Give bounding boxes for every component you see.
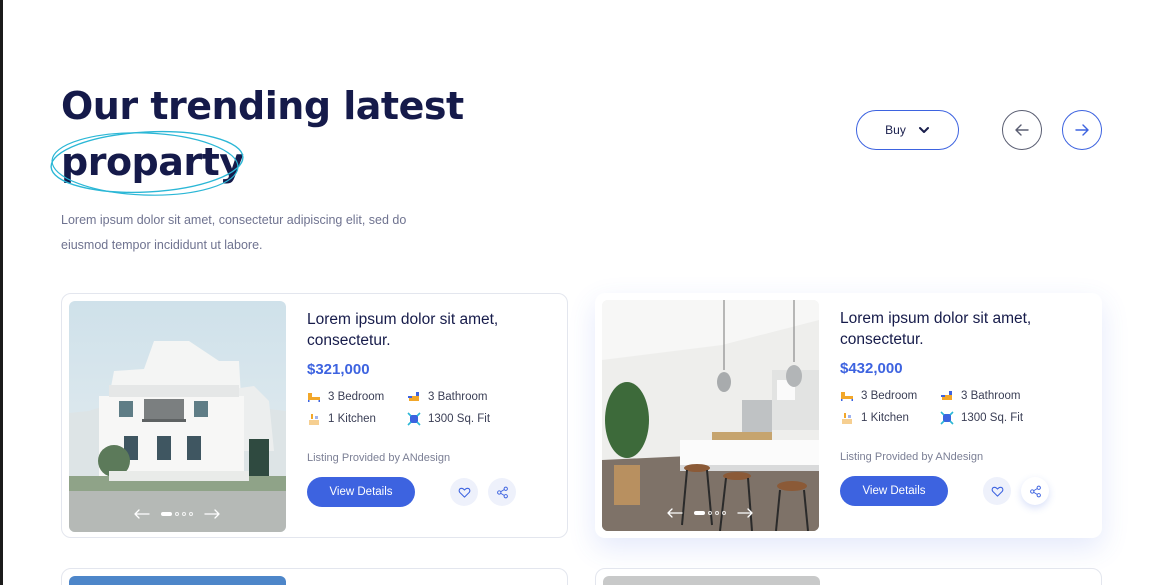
pagination-dot-active[interactable] (161, 512, 172, 516)
feature-area: 1300 Sq. Fit (407, 412, 517, 426)
photo-prev-arrow-icon[interactable] (666, 507, 684, 519)
share-icon (1029, 485, 1041, 497)
photo-slider-controls (666, 507, 754, 519)
card-actions: View Details (840, 476, 1090, 506)
area-icon (940, 411, 954, 425)
pagination-dot[interactable] (182, 512, 186, 516)
section-description-line2: eiusmod tempor incididunt ut labore. (61, 238, 263, 252)
carousel-next-button[interactable] (1062, 110, 1102, 150)
section-description-line1: Lorem ipsum dolor sit amet, consectetur … (61, 213, 407, 227)
heart-icon (458, 487, 470, 498)
bed-icon (308, 393, 320, 402)
feature-area: 1300 Sq. Fit (940, 411, 1050, 425)
listing-type-dropdown[interactable]: Buy (856, 110, 959, 150)
bed-icon (841, 392, 853, 401)
house-exterior-image (69, 301, 286, 532)
feature-area-label: 1300 Sq. Fit (961, 412, 1024, 424)
bathtub-icon (408, 392, 419, 401)
window-edge (0, 0, 3, 585)
feature-bathroom: 3 Bathroom (940, 389, 1050, 403)
property-title[interactable]: Lorem ipsum dolor sit amet, consectetur. (840, 308, 1090, 350)
feature-kitchen: 1 Kitchen (840, 411, 940, 425)
share-button[interactable] (488, 478, 516, 506)
photo-pagination-dots (161, 512, 193, 516)
feature-bedroom-label: 3 Bedroom (328, 391, 385, 403)
property-info: Lorem ipsum dolor sit amet, consectetur.… (840, 308, 1090, 506)
feature-bedroom: 3 Bedroom (307, 390, 407, 404)
favorite-button[interactable] (983, 477, 1011, 505)
highlight-scribble (50, 130, 244, 196)
listing-provider: Listing Provided by ANdesign (840, 451, 984, 463)
kitchen-icon (842, 413, 852, 424)
property-features: 3 Bedroom 3 Bathroom 1 Kitchen 1300 Sq. … (307, 390, 557, 426)
feature-bathroom: 3 Bathroom (407, 390, 517, 404)
feature-kitchen-label: 1 Kitchen (328, 413, 376, 425)
property-photo (69, 301, 286, 532)
property-price: $432,000 (840, 360, 903, 377)
arrow-left-icon (1015, 124, 1029, 136)
property-price: $321,000 (307, 361, 370, 378)
bathtub-icon (941, 391, 952, 400)
heart-icon (991, 486, 1003, 497)
photo-slider-controls (133, 508, 221, 520)
property-title-line2: consectetur. (840, 331, 924, 348)
feature-kitchen: 1 Kitchen (307, 412, 407, 426)
feature-kitchen-label: 1 Kitchen (861, 412, 909, 424)
pagination-dot[interactable] (189, 512, 193, 516)
section-description: Lorem ipsum dolor sit amet, consectetur … (61, 208, 461, 258)
area-icon (407, 412, 421, 426)
card-actions: View Details (307, 477, 557, 507)
property-title-line1: Lorem ipsum dolor sit amet, (840, 310, 1032, 327)
property-card: Lorem ipsum dolor sit amet, consectetur.… (595, 293, 1102, 538)
pagination-dot[interactable] (715, 511, 719, 515)
feature-bathroom-label: 3 Bathroom (428, 391, 488, 403)
chevron-down-icon (918, 127, 929, 133)
feature-bedroom-label: 3 Bedroom (861, 390, 918, 402)
photo-next-arrow-icon[interactable] (736, 507, 754, 519)
feature-area-label: 1300 Sq. Fit (428, 413, 491, 425)
pagination-dot-active[interactable] (694, 511, 705, 515)
kitchen-icon (309, 414, 319, 425)
photo-next-arrow-icon[interactable] (203, 508, 221, 520)
pagination-dot[interactable] (722, 511, 726, 515)
view-details-button[interactable]: View Details (307, 477, 415, 507)
view-details-button[interactable]: View Details (840, 476, 948, 506)
photo-prev-arrow-icon[interactable] (133, 508, 151, 520)
property-card (595, 568, 1102, 585)
pagination-dot[interactable] (175, 512, 179, 516)
arrow-right-icon (1075, 124, 1089, 136)
property-card (61, 568, 568, 585)
listing-provider: Listing Provided by ANdesign (307, 452, 451, 464)
property-card: Lorem ipsum dolor sit amet, consectetur.… (61, 293, 568, 538)
favorite-button[interactable] (450, 478, 478, 506)
property-title-line2: consectetur. (307, 332, 391, 349)
photo-pagination-dots (694, 511, 726, 515)
feature-bedroom: 3 Bedroom (840, 389, 940, 403)
feature-bathroom-label: 3 Bathroom (961, 390, 1021, 402)
property-title-line1: Lorem ipsum dolor sit amet, (307, 311, 499, 328)
share-button[interactable] (1021, 477, 1049, 505)
property-info: Lorem ipsum dolor sit amet, consectetur.… (307, 309, 557, 507)
pagination-dot[interactable] (708, 511, 712, 515)
kitchen-interior-image (602, 300, 819, 531)
carousel-prev-button[interactable] (1002, 110, 1042, 150)
property-photo (602, 300, 819, 531)
property-photo (69, 576, 286, 585)
share-icon (496, 486, 508, 498)
property-title[interactable]: Lorem ipsum dolor sit amet, consectetur. (307, 309, 557, 351)
property-features: 3 Bedroom 3 Bathroom 1 Kitchen 1300 Sq. … (840, 389, 1090, 425)
property-photo (603, 576, 820, 585)
listing-type-value: Buy (885, 123, 906, 137)
